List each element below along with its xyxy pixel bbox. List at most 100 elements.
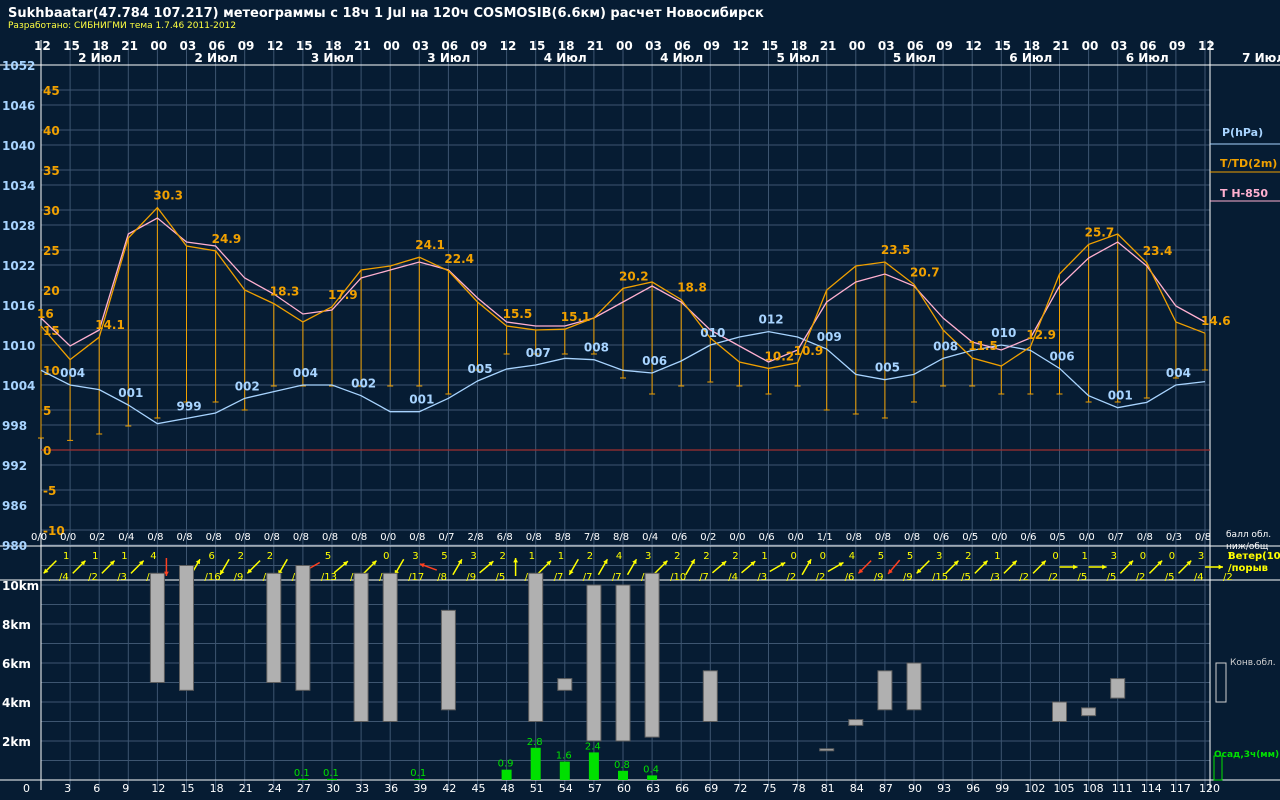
wind-speed-label: 2 — [238, 551, 244, 562]
cloud-cover-label: 0/7 — [1108, 532, 1124, 543]
hour-label-bottom: 111 — [1112, 782, 1133, 795]
wind-gust-label: /6 — [845, 572, 855, 583]
hour-label-top: 09 — [238, 39, 255, 53]
hour-label-bottom: 81 — [821, 782, 835, 795]
cloud-cover-label: 0/0 — [380, 532, 396, 543]
pressure-data-label: 010 — [991, 326, 1016, 340]
convective-cloud-bar — [906, 662, 922, 711]
wind-speed-label: 3 — [936, 551, 942, 562]
pressure-data-label: 008 — [933, 339, 958, 353]
wind-speed-label: 4 — [849, 551, 855, 562]
hour-label-top: 09 — [1169, 39, 1186, 53]
pressure-data-label: 001 — [1108, 389, 1133, 403]
wind-gust-label: /4 — [59, 572, 69, 583]
wind-gust-label: /7 — [612, 572, 622, 583]
wind-gust-label: /9 — [874, 572, 884, 583]
precip-label: 0.1 — [323, 768, 339, 779]
precip-label: 2.8 — [527, 737, 543, 748]
date-label: 6 Июл — [1126, 51, 1169, 65]
precip-bar — [327, 778, 337, 780]
hour-label-bottom: 120 — [1199, 782, 1220, 795]
pressure-data-label: 001 — [409, 393, 434, 407]
cloud-cover-label: 0/3 — [1166, 532, 1182, 543]
pressure-data-label: 006 — [642, 354, 667, 368]
cloud-cover-label: 0/8 — [235, 532, 251, 543]
pressure-tick-label: 1034 — [2, 179, 35, 193]
temperature-data-label: 15.5 — [503, 307, 533, 321]
temperature-tick-label: 30 — [43, 204, 60, 218]
cloud-cover-label: 0/0 — [729, 532, 745, 543]
hour-label-top: 21 — [587, 39, 604, 53]
legend-temperature: T/TD(2m) — [1220, 157, 1277, 170]
convective-cloud-bar — [877, 670, 893, 711]
pressure-tick-label: 1022 — [2, 259, 35, 273]
wind-speed-label: 2 — [587, 551, 593, 562]
height-tick-label: 6km — [2, 657, 31, 671]
convective-cloud-bar — [382, 572, 398, 722]
date-label: 3 Июл — [311, 51, 354, 65]
hour-label-top: 00 — [150, 39, 167, 53]
hour-label-bottom: 36 — [384, 782, 398, 795]
wind-speed-label: 5 — [907, 551, 913, 562]
hour-label-bottom: 93 — [937, 782, 951, 795]
cloud-cover-label: 0/6 — [671, 532, 687, 543]
hour-label-bottom: 3 — [64, 782, 71, 795]
wind-speed-label: 1 — [558, 551, 564, 562]
hour-label-bottom: 39 — [413, 782, 427, 795]
cloud-cover-label: 0/8 — [351, 532, 367, 543]
cloud-cover-label: 0/2 — [89, 532, 105, 543]
hour-label-bottom: 27 — [297, 782, 311, 795]
legend-pressure: P(hPa) — [1222, 126, 1263, 139]
hour-label-top: 12 — [500, 39, 517, 53]
hour-label-top: 09 — [703, 39, 720, 53]
pressure-tick-label: 1016 — [2, 299, 35, 313]
conv-legend-symbol — [1215, 662, 1227, 703]
pressure-data-label: 999 — [177, 399, 202, 413]
precip-label: 2.4 — [585, 741, 601, 752]
pressure-tick-label: 1040 — [2, 139, 35, 153]
hour-label-top: 00 — [383, 39, 400, 53]
cloud-cover-label: 1/1 — [817, 532, 833, 543]
hour-label-bottom: 15 — [181, 782, 195, 795]
temperature-tick-label: 5 — [43, 404, 51, 418]
hour-label-top: 12 — [1198, 39, 1215, 53]
temperature-tick-label: 45 — [43, 84, 60, 98]
wind-speed-label: 1 — [1082, 551, 1088, 562]
hour-label-bottom: 12 — [151, 782, 165, 795]
hour-label-top: 00 — [616, 39, 633, 53]
pressure-tick-label: 980 — [2, 539, 27, 553]
wind-speed-label: 2 — [500, 551, 506, 562]
hour-label-bottom: 75 — [763, 782, 777, 795]
wind-gust-label: /7 — [583, 572, 593, 583]
wind-gust-label: /2 — [1048, 572, 1058, 583]
wind-gust-label: /5 — [1165, 572, 1175, 583]
cloud-cover-label: 0/8 — [526, 532, 542, 543]
precip-bar — [501, 769, 512, 780]
wind-gust-label: /2 — [816, 572, 826, 583]
wind-speed-label: 2 — [732, 551, 738, 562]
date-label: 5 Июл — [777, 51, 820, 65]
hour-label-bottom: 117 — [1170, 782, 1191, 795]
cloud-cover-label: 0/5 — [1050, 532, 1066, 543]
hour-label-bottom: 48 — [501, 782, 515, 795]
hour-label-top: 12 — [34, 39, 51, 53]
convective-cloud-bar — [528, 572, 544, 722]
date-label: 4 Июл — [660, 51, 703, 65]
wind-gust-label: /8 — [437, 572, 447, 583]
temperature-data-label: 17.9 — [328, 288, 358, 302]
wind-speed-label: 3 — [470, 551, 476, 562]
hour-label-top: 09 — [471, 39, 488, 53]
temperature-data-label: 25.7 — [1085, 225, 1115, 239]
convective-cloud-bar — [644, 572, 660, 738]
temperature-data-label: 23.5 — [881, 243, 911, 257]
wind-speed-label: 1 — [121, 551, 127, 562]
hour-label-bottom: 60 — [617, 782, 631, 795]
temperature-data-label: 14.6 — [1201, 314, 1231, 328]
precip-bar — [618, 770, 628, 780]
convective-cloud-bar — [295, 565, 311, 691]
temperature-tick-label: -5 — [43, 484, 56, 498]
hour-label-bottom: 24 — [268, 782, 282, 795]
hour-label-top: 12 — [965, 39, 982, 53]
wind-speed-label: 2 — [965, 551, 971, 562]
convective-cloud-bar — [353, 572, 369, 722]
